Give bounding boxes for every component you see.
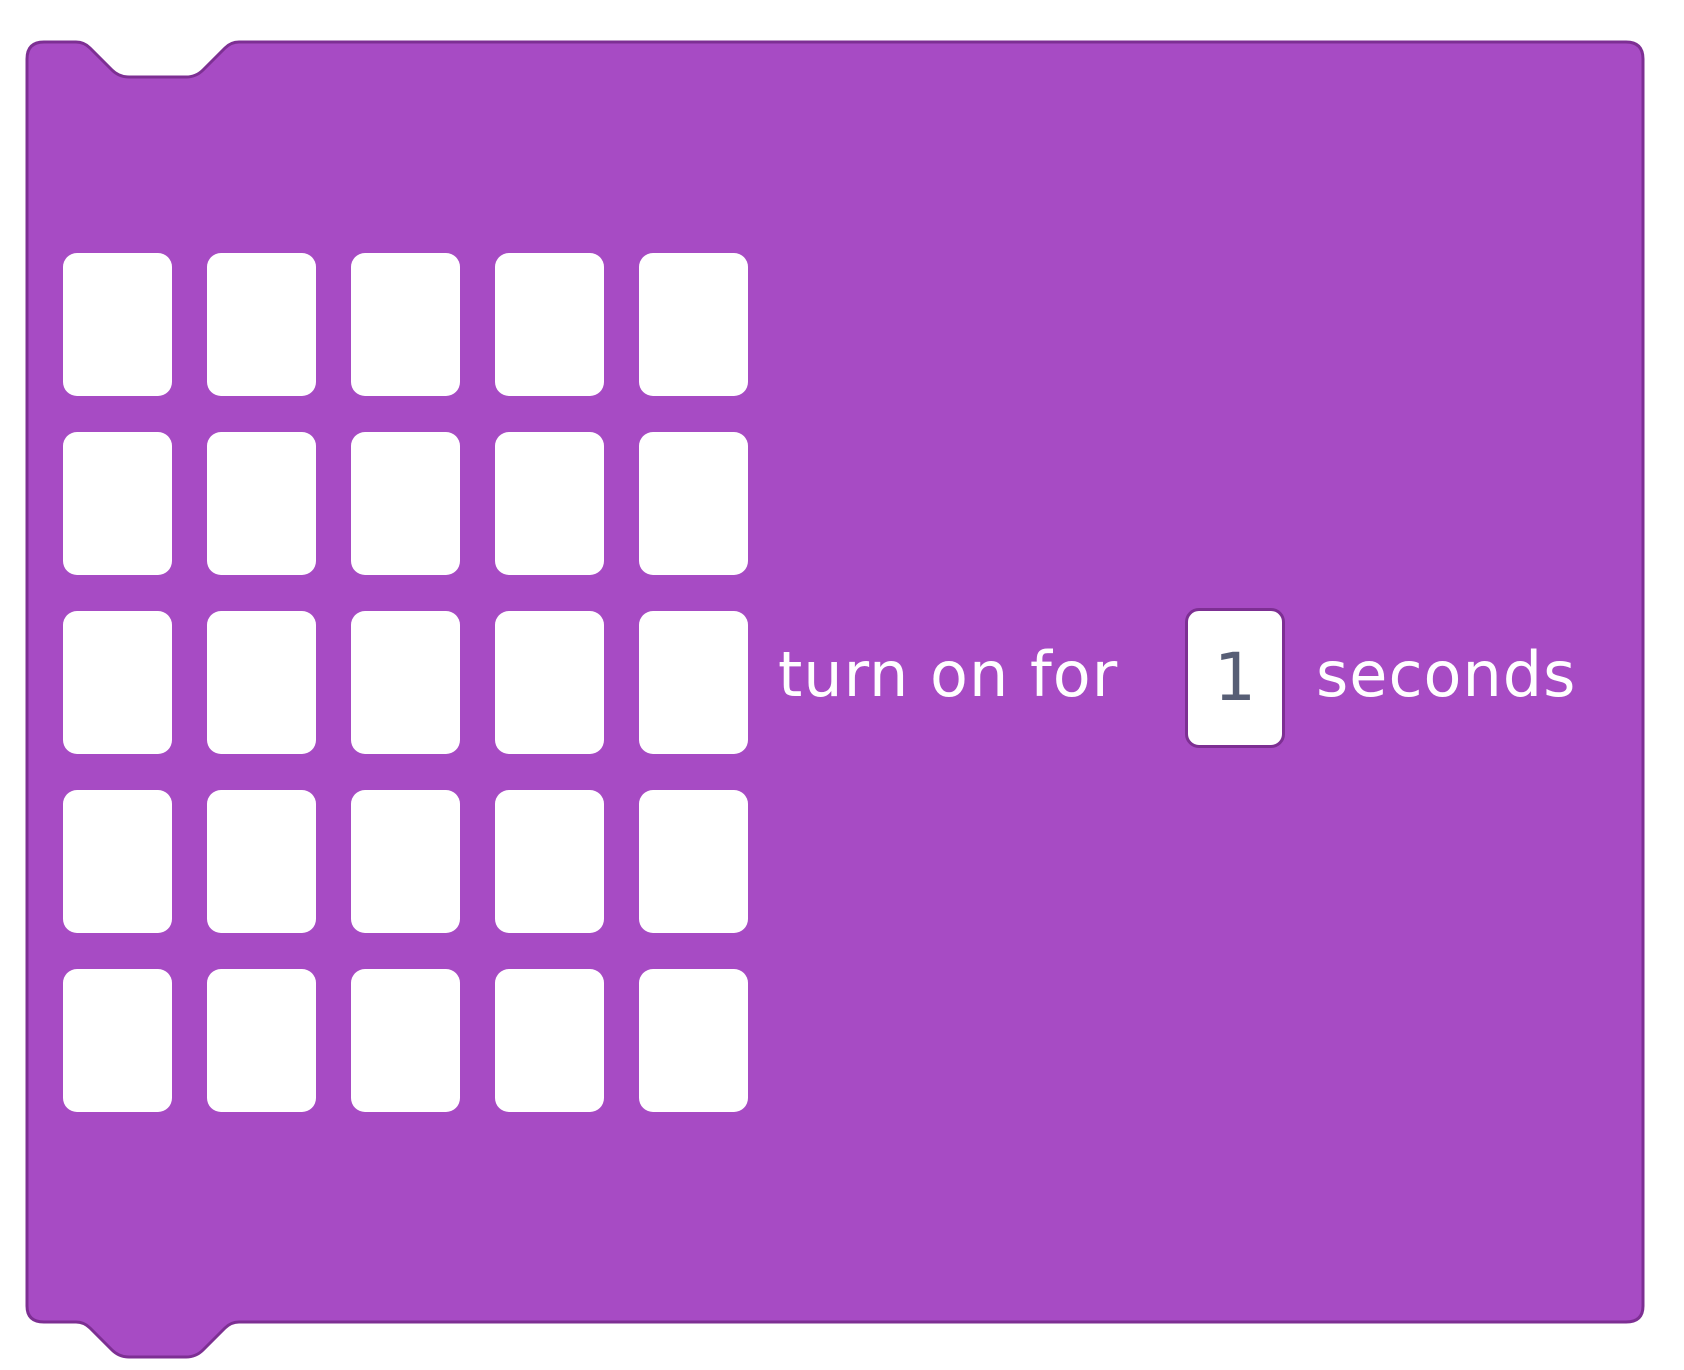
led-cell[interactable] (207, 790, 316, 933)
led-cell[interactable] (495, 253, 604, 396)
led-cell[interactable] (495, 969, 604, 1112)
block-label-turn-on-for: turn on for (778, 638, 1119, 711)
led-matrix (0, 0, 760, 1120)
led-cell[interactable] (207, 969, 316, 1112)
led-cell[interactable] (63, 253, 172, 396)
led-cell[interactable] (351, 969, 460, 1112)
led-cell[interactable] (63, 432, 172, 575)
led-cell[interactable] (63, 790, 172, 933)
led-cell[interactable] (639, 790, 748, 933)
led-cell[interactable] (63, 969, 172, 1112)
led-cell[interactable] (639, 253, 748, 396)
led-cell[interactable] (63, 611, 172, 754)
led-cell[interactable] (495, 790, 604, 933)
led-cell[interactable] (351, 790, 460, 933)
led-cell[interactable] (207, 611, 316, 754)
led-cell[interactable] (495, 611, 604, 754)
duration-input[interactable]: 1 (1185, 608, 1285, 748)
led-cell[interactable] (207, 432, 316, 575)
led-cell[interactable] (351, 611, 460, 754)
led-cell[interactable] (351, 253, 460, 396)
led-cell[interactable] (207, 253, 316, 396)
block-label-seconds: seconds (1316, 638, 1577, 711)
led-cell[interactable] (639, 611, 748, 754)
led-cell[interactable] (351, 432, 460, 575)
led-cell[interactable] (495, 432, 604, 575)
led-cell[interactable] (639, 432, 748, 575)
led-cell[interactable] (639, 969, 748, 1112)
turn-on-for-seconds-block[interactable]: turn on for 1 seconds (0, 0, 1684, 1370)
